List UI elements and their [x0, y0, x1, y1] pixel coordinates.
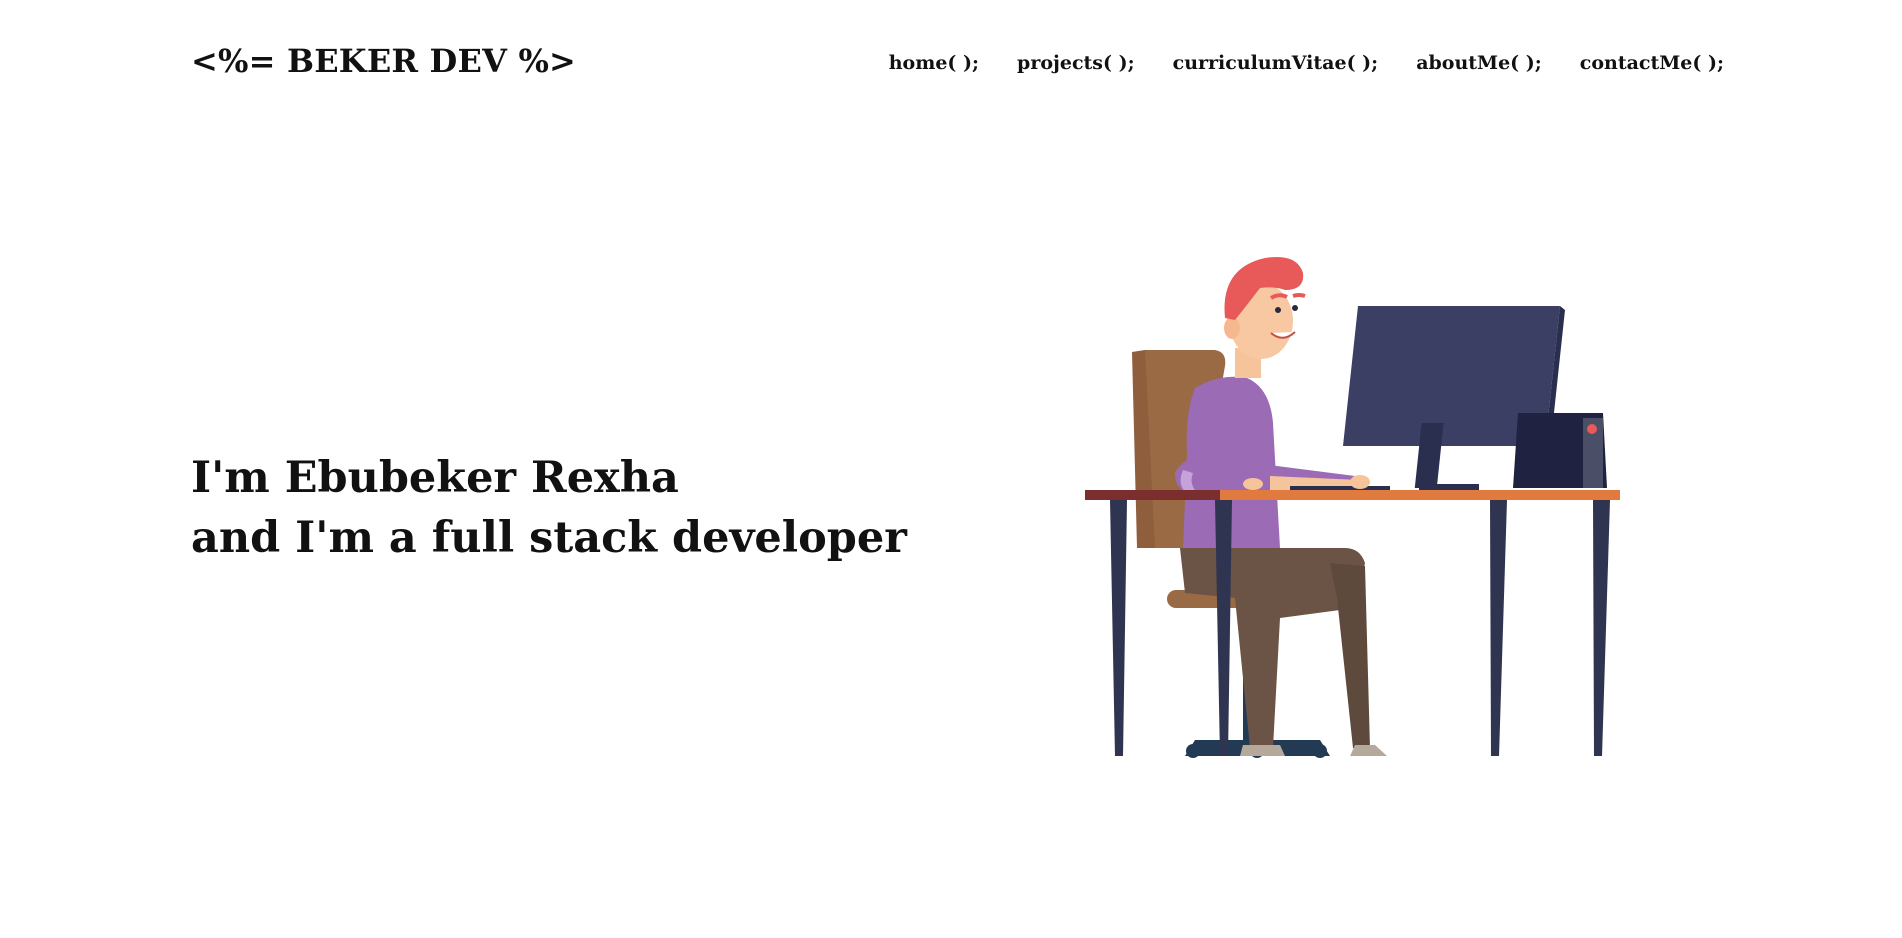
- site-logo[interactable]: <%= BEKER DEV %>: [191, 42, 576, 80]
- site-header: <%= BEKER DEV %> home( ); projects( ); c…: [0, 0, 1902, 130]
- nav-link-about-me[interactable]: aboutMe( );: [1416, 52, 1542, 74]
- desk-leg: [1110, 500, 1127, 756]
- nav-link-contact-me[interactable]: contactMe( );: [1580, 52, 1724, 74]
- nav-link-projects[interactable]: projects( );: [1017, 52, 1135, 74]
- desk-leg: [1593, 500, 1610, 756]
- desk-leg: [1215, 500, 1232, 756]
- developer-at-desk-illustration: [1085, 257, 1620, 758]
- main-nav: home( ); projects( ); curriculumVitae( )…: [889, 52, 1724, 74]
- hero-heading: I'm Ebubeker Rexha and I'm a full stack …: [191, 448, 907, 568]
- nav-link-home[interactable]: home( );: [889, 52, 979, 74]
- page: <%= BEKER DEV %> home( ); projects( ); c…: [0, 0, 1902, 938]
- nav-link-curriculum-vitae[interactable]: curriculumVitae( );: [1173, 52, 1379, 74]
- hero-heading-line-1: I'm Ebubeker Rexha: [191, 453, 679, 503]
- hero-heading-line-2: and I'm a full stack developer: [191, 513, 907, 563]
- desk-leg: [1490, 500, 1507, 756]
